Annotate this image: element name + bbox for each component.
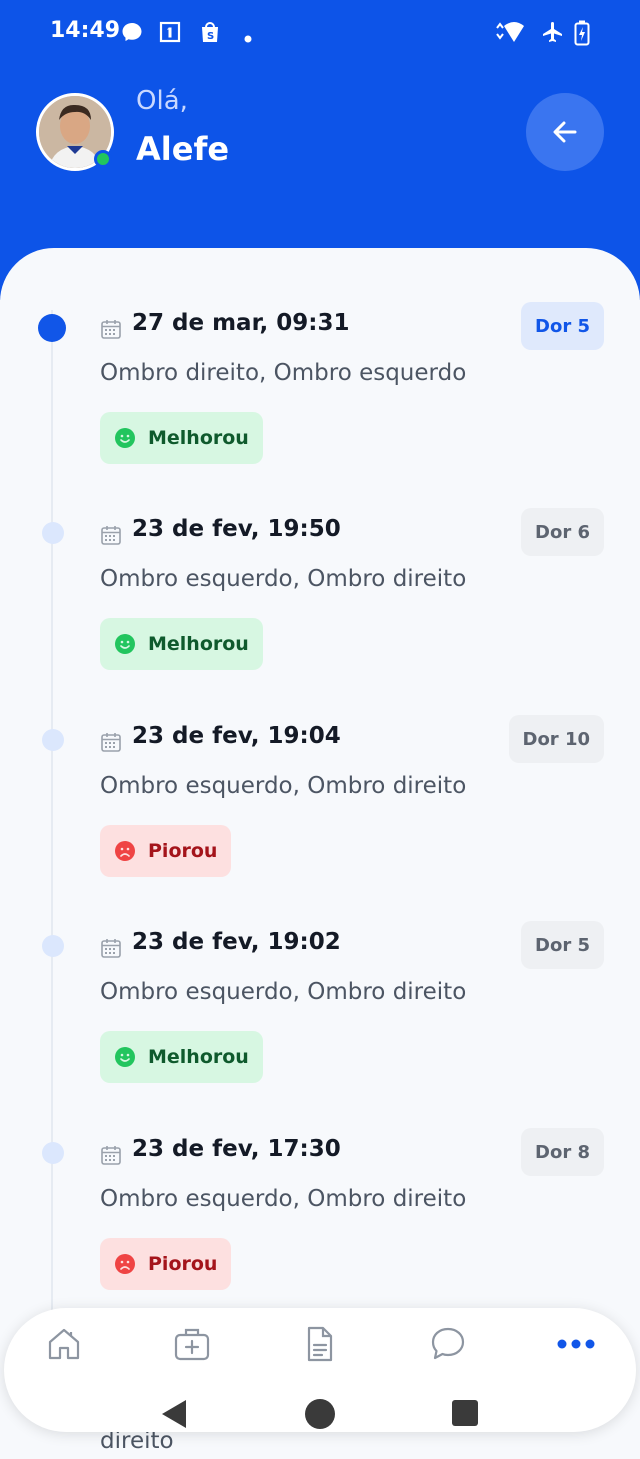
battery-charging-icon (574, 20, 590, 50)
nav-chat[interactable] (423, 1322, 473, 1366)
calendar-notification-icon (158, 20, 182, 48)
entry-body-areas: Ombro esquerdo, Ombro direito (100, 979, 467, 1005)
entry-body-areas: Ombro esquerdo, Ombro direito (100, 1186, 467, 1212)
history-entry[interactable]: 27 de mar, 09:31 Dor 5 Ombro direito, Om… (0, 300, 640, 506)
entry-date: 23 de fev, 19:04 (132, 723, 341, 749)
nav-more[interactable] (551, 1322, 601, 1366)
history-entry[interactable]: 23 de fev, 19:50 Dor 6 Ombro esquerdo, O… (0, 506, 640, 712)
pain-level-badge: Dor 8 (521, 1128, 604, 1176)
calendar-icon (100, 937, 122, 963)
status-label: Piorou (148, 1253, 218, 1275)
status-chip: Melhorou (100, 412, 263, 464)
nav-home[interactable] (39, 1322, 89, 1366)
smile-icon (115, 428, 135, 448)
history-entry[interactable]: 23 de fev, 17:30 Dor 8 Ombro esquerdo, O… (0, 1126, 640, 1332)
history-entry[interactable]: 23 de fev, 19:04 Dor 10 Ombro esquerdo, … (0, 713, 640, 919)
status-chip: Piorou (100, 1238, 232, 1290)
timeline-dot (42, 935, 64, 957)
status-chip: Piorou (100, 825, 232, 877)
arrow-left-icon (553, 121, 577, 143)
timeline-dot-active (38, 314, 66, 342)
entry-body-areas: Ombro esquerdo, Ombro direito (100, 773, 467, 799)
system-recents-icon[interactable] (450, 1398, 480, 1432)
history-entry[interactable]: 23 de fev, 19:02 Dor 5 Ombro esquerdo, O… (0, 919, 640, 1125)
pain-level-badge: Dor 5 (521, 302, 604, 350)
entry-date: 23 de fev, 19:50 (132, 516, 341, 542)
system-back-icon[interactable] (158, 1398, 190, 1434)
status-chip: Melhorou (100, 618, 263, 670)
shopping-bag-icon: S (198, 20, 222, 48)
home-icon (48, 1328, 80, 1360)
nav-medical[interactable] (167, 1322, 217, 1366)
timeline-dot (42, 522, 64, 544)
chat-icon (431, 1327, 465, 1360)
timeline-dot (42, 729, 64, 751)
notification-dot-icon (244, 28, 252, 47)
back-button[interactable] (526, 93, 604, 171)
online-status-dot (94, 150, 112, 168)
pain-level-badge: Dor 5 (521, 921, 604, 969)
status-chip: Melhorou (100, 1031, 263, 1083)
entry-body-areas: Ombro direito, Ombro esquerdo (100, 360, 467, 386)
entry-date: 27 de mar, 09:31 (132, 310, 350, 336)
wifi-icon (494, 20, 530, 48)
status-label: Melhorou (148, 427, 249, 449)
timeline-dot (42, 1142, 64, 1164)
calendar-icon (100, 318, 122, 344)
pain-level-badge: Dor 10 (508, 715, 604, 763)
medical-case-icon (174, 1328, 210, 1361)
document-icon (307, 1326, 333, 1362)
entry-date: 23 de fev, 17:30 (132, 1136, 341, 1162)
smile-icon (115, 634, 135, 654)
bottom-nav (4, 1308, 636, 1432)
status-time: 14:49 (50, 18, 121, 43)
sad-face-icon (115, 1254, 135, 1274)
more-icon (557, 1339, 595, 1349)
airplane-mode-icon (540, 20, 566, 48)
greeting: Olá, (136, 86, 188, 116)
user-name: Alefe (136, 130, 230, 168)
calendar-icon (100, 524, 122, 550)
pain-level-badge: Dor 6 (521, 508, 604, 556)
entry-body-areas: Ombro esquerdo, Ombro direito (100, 566, 467, 592)
status-label: Piorou (148, 840, 218, 862)
smile-icon (115, 1047, 135, 1067)
status-label: Melhorou (148, 1046, 249, 1068)
status-label: Melhorou (148, 633, 249, 655)
system-home-icon[interactable] (304, 1398, 336, 1434)
status-bar: 14:49 S (0, 0, 640, 64)
sad-face-icon (115, 841, 135, 861)
calendar-icon (100, 1144, 122, 1170)
messenger-icon (120, 20, 144, 48)
entry-date: 23 de fev, 19:02 (132, 929, 341, 955)
svg-text:S: S (207, 31, 214, 42)
calendar-icon (100, 731, 122, 757)
nav-documents[interactable] (295, 1322, 345, 1366)
